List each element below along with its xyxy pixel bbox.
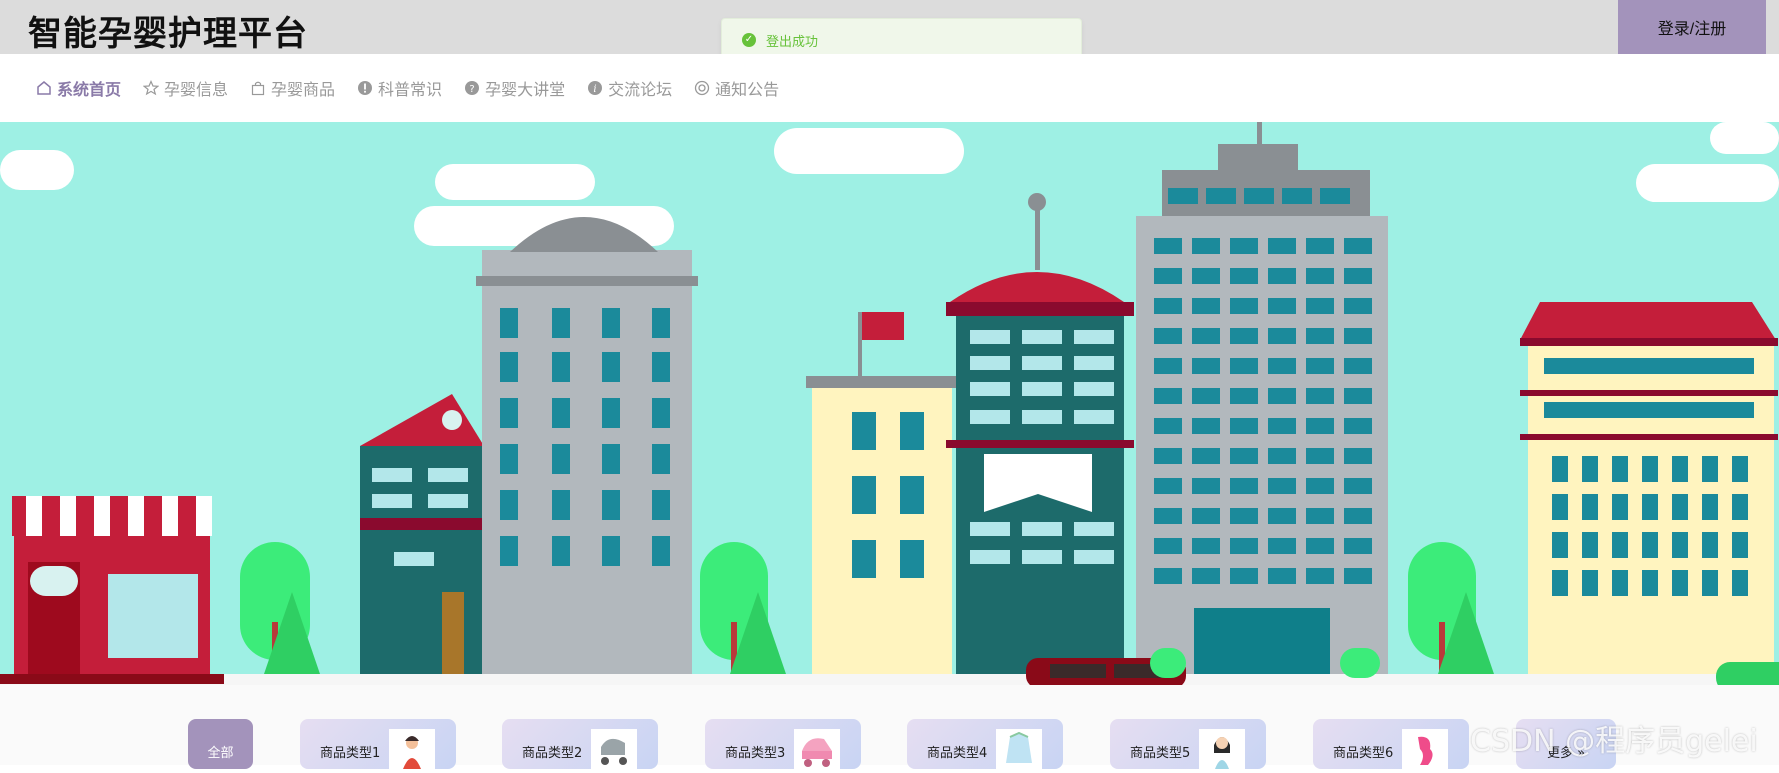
- stroller-icon: [601, 738, 627, 765]
- category-all-label: 全部: [207, 746, 234, 761]
- home-icon: [37, 81, 51, 95]
- category-thumbnail: [591, 729, 637, 769]
- svg-text:i: i: [593, 84, 596, 95]
- nav-item-notice[interactable]: 通知公告: [694, 76, 779, 100]
- category-label: 商品类型6: [1333, 746, 1394, 761]
- main-nav: 系统首页 孕婴信息 孕婴商品 科普常识 ? 孕婴大讲堂 i 交流论坛 通知公告: [0, 54, 1779, 122]
- category-tab-3[interactable]: 商品类型3: [705, 719, 861, 769]
- nav-label: 交流论坛: [608, 80, 673, 99]
- nav-label: 系统首页: [57, 80, 122, 99]
- nav-label: 孕婴商品: [271, 80, 336, 99]
- category-tab-4[interactable]: 商品类型4: [907, 719, 1063, 769]
- pink-carriage-icon: [802, 738, 832, 767]
- category-all-tab[interactable]: 全部: [188, 719, 253, 769]
- category-label: 商品类型4: [927, 746, 988, 761]
- woman-figure-icon: [403, 736, 421, 769]
- info-icon: [358, 81, 373, 95]
- category-label: 商品类型3: [725, 746, 786, 761]
- bell-icon: [694, 80, 710, 96]
- check-circle-icon: ✓: [742, 33, 756, 47]
- nav-label: 孕婴信息: [164, 80, 229, 99]
- site-title: 智能孕婴护理平台: [28, 14, 308, 54]
- category-label: 商品类型5: [1130, 746, 1191, 761]
- crib-icon: [1006, 731, 1032, 763]
- nav-label: 科普常识: [378, 80, 443, 99]
- pink-toy-icon: [1418, 736, 1433, 765]
- svg-text:?: ?: [469, 84, 474, 95]
- toast-message: 登出成功: [766, 34, 819, 50]
- csdn-watermark: CSDN @程序员gelei: [1470, 724, 1758, 759]
- nav-item-lecture[interactable]: ? 孕婴大讲堂: [464, 76, 565, 100]
- nav-item-info[interactable]: 孕婴信息: [143, 76, 228, 100]
- nav-label: 孕婴大讲堂: [485, 80, 566, 99]
- category-tab-5[interactable]: 商品类型5: [1110, 719, 1266, 769]
- nav-item-products[interactable]: 孕婴商品: [250, 76, 335, 100]
- girl-figure-icon: [1214, 737, 1230, 769]
- category-tab-1[interactable]: 商品类型1: [300, 719, 456, 769]
- nav-item-home[interactable]: 系统首页: [36, 76, 121, 100]
- nav-item-science[interactable]: 科普常识: [357, 76, 442, 100]
- category-thumbnail: [1402, 729, 1448, 769]
- hero-banner[interactable]: [0, 122, 1779, 685]
- category-tab-6[interactable]: 商品类型6: [1313, 719, 1469, 769]
- login-register-button[interactable]: 登录/注册: [1618, 0, 1766, 54]
- category-label: 商品类型2: [522, 746, 583, 761]
- nav-item-forum[interactable]: i 交流论坛: [587, 76, 672, 100]
- question-icon: ?: [465, 81, 480, 95]
- category-thumbnail: [794, 729, 840, 769]
- category-thumbnail: [389, 729, 435, 769]
- nav-label: 通知公告: [715, 80, 780, 99]
- category-label: 商品类型1: [320, 746, 381, 761]
- category-tab-2[interactable]: 商品类型2: [502, 719, 658, 769]
- category-thumbnail: [996, 729, 1042, 769]
- bag-icon: [251, 81, 265, 96]
- info-circle-icon: i: [588, 81, 603, 95]
- star-icon: [143, 80, 160, 96]
- city-illustration: [0, 122, 1779, 685]
- category-thumbnail: [1199, 729, 1245, 769]
